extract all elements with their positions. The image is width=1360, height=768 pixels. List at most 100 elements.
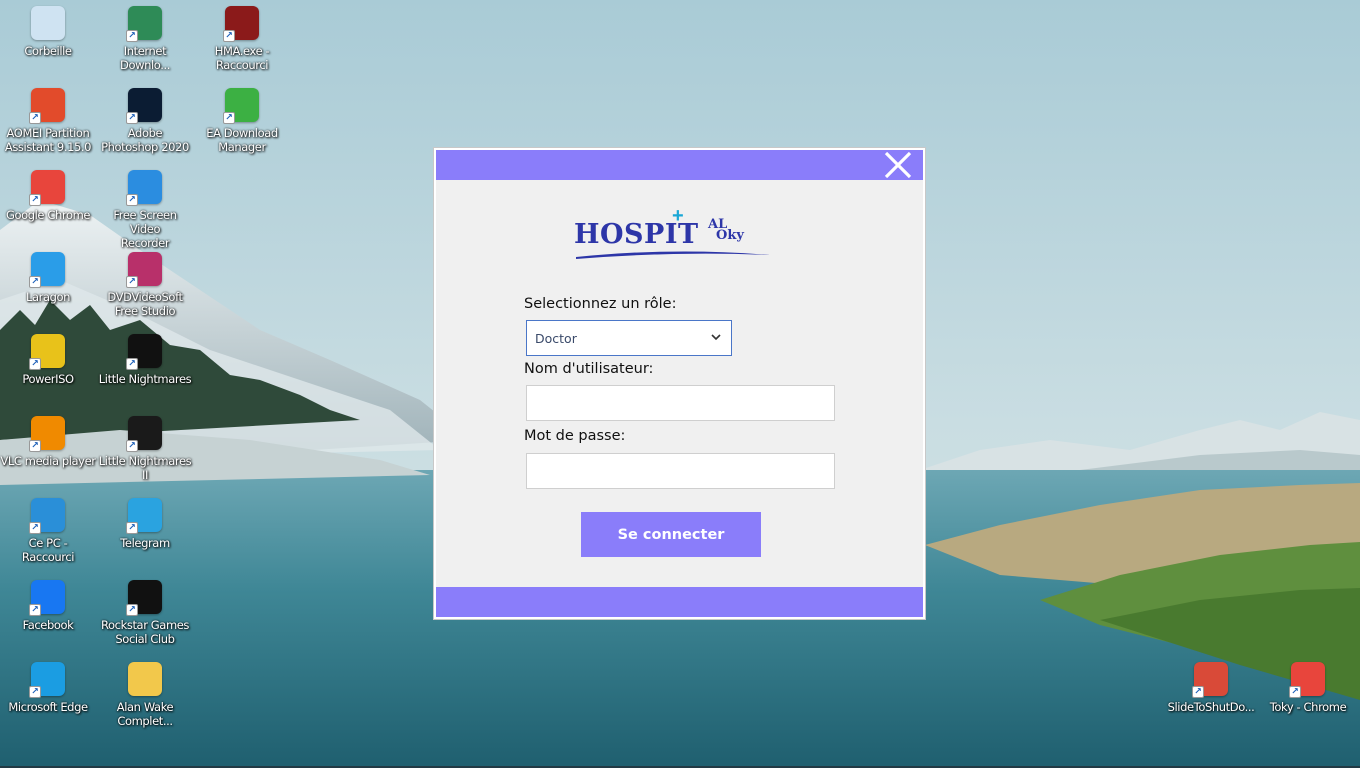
shortcut-arrow-icon: ↗ — [29, 686, 41, 698]
desktop-icon-photoshop[interactable]: ↗ Adobe Photoshop 2020 — [97, 88, 193, 154]
desktop-icon-aomei[interactable]: ↗ AOMEI Partition Assistant 9.15.0 — [0, 88, 96, 154]
desktop-icon-edge[interactable]: ↗ Microsoft Edge — [0, 662, 96, 714]
desktop-icon-slide-to-shutdown[interactable]: ↗ SlideToShutDo... — [1163, 662, 1259, 714]
telegram-icon: ↗ — [126, 498, 162, 534]
dialog-footer — [436, 587, 923, 617]
desktop-icon-this-pc[interactable]: ↗ Ce PC - Raccourci — [0, 498, 96, 564]
desktop-icon-vlc[interactable]: ↗ VLC media player — [0, 416, 96, 468]
desktop-icon-label: Rockstar Games Social Club — [100, 618, 190, 646]
desktop-icon-little-nightmares[interactable]: ↗ Little Nightmares — [97, 334, 193, 386]
desktop-icon-label: Free Screen Video Recorder — [113, 208, 177, 250]
shortcut-arrow-icon: ↗ — [223, 112, 235, 124]
chrome-profile-icon: ↗ — [1289, 662, 1325, 698]
desktop-icon-chrome[interactable]: ↗ Google Chrome — [0, 170, 96, 222]
role-label: Selectionnez un rôle: — [524, 296, 677, 312]
shortcut-arrow-icon: ↗ — [29, 112, 41, 124]
logo-suffix: AL Oky — [708, 218, 772, 243]
password-input[interactable] — [526, 453, 835, 489]
laragon-icon: ↗ — [29, 252, 65, 288]
desktop-icon-label: Telegram — [120, 536, 170, 550]
desktop-icon-facebook[interactable]: ↗ Facebook — [0, 580, 96, 632]
shortcut-arrow-icon: ↗ — [29, 358, 41, 370]
little-nightmares-2-icon: ↗ — [126, 416, 162, 452]
ea-icon: ↗ — [223, 88, 259, 124]
role-select-value: Doctor — [535, 330, 577, 346]
desktop-icon-rockstar[interactable]: ↗ Rockstar Games Social Club — [97, 580, 193, 646]
aomei-icon: ↗ — [29, 88, 65, 124]
desktop-icon-recycle-bin[interactable]: Corbeille — [0, 6, 96, 58]
shortcut-arrow-icon: ↗ — [29, 276, 41, 288]
desktop-icon-label: Alan Wake Complet... — [116, 700, 174, 728]
desktop-icon-label: Little Nightmares — [98, 372, 192, 386]
close-button[interactable] — [881, 152, 915, 178]
desktop-icon-folder[interactable]: Alan Wake Complet... — [97, 662, 193, 728]
facebook-icon: ↗ — [29, 580, 65, 616]
desktop-icon-label: Google Chrome — [5, 208, 91, 222]
desktop-icon-label: VLC media player — [0, 454, 96, 468]
recycle-bin-icon — [31, 6, 65, 40]
shortcut-arrow-icon: ↗ — [29, 440, 41, 452]
desktop-icon-label: Corbeille — [24, 44, 72, 58]
shortcut-arrow-icon: ↗ — [126, 604, 138, 616]
login-button[interactable]: Se connecter — [581, 512, 761, 557]
desktop-icon-label: HMA.exe - Raccourci — [214, 44, 270, 72]
rockstar-icon: ↗ — [126, 580, 162, 616]
vlc-icon: ↗ — [29, 416, 65, 452]
desktop-icon-label: Laragon — [25, 290, 71, 304]
screen-recorder-icon: ↗ — [126, 170, 162, 206]
chevron-down-icon — [711, 334, 721, 341]
hospital-logo: + HOSPIT AL Oky — [574, 205, 774, 263]
desktop-icon-label: Adobe Photoshop 2020 — [101, 126, 189, 154]
desktop-icon-telegram[interactable]: ↗ Telegram — [97, 498, 193, 550]
desktop-icon-screen-recorder[interactable]: ↗ Free Screen Video Recorder — [97, 170, 193, 250]
shortcut-arrow-icon: ↗ — [1192, 686, 1204, 698]
shortcut-arrow-icon: ↗ — [126, 522, 138, 534]
poweriso-icon: ↗ — [29, 334, 65, 370]
chrome-icon: ↗ — [29, 170, 65, 206]
photoshop-icon: ↗ — [126, 88, 162, 124]
little-nightmares-icon: ↗ — [126, 334, 162, 370]
desktop-icon-label: DVDVideoSoft Free Studio — [107, 290, 183, 318]
desktop-icon-chrome-profile[interactable]: ↗ Toky - Chrome — [1260, 662, 1356, 714]
idm-icon: ↗ — [126, 6, 162, 42]
shortcut-arrow-icon: ↗ — [126, 440, 138, 452]
desktop-icon-ea[interactable]: ↗ EA Download Manager — [194, 88, 290, 154]
desktop-icon-label: Microsoft Edge — [8, 700, 88, 714]
username-input[interactable] — [526, 385, 835, 421]
desktop-icon-label: Ce PC - Raccourci — [21, 536, 75, 564]
shortcut-arrow-icon: ↗ — [126, 194, 138, 206]
shortcut-arrow-icon: ↗ — [126, 30, 138, 42]
logo-suffix-bottom: Oky — [716, 228, 744, 243]
shortcut-arrow-icon: ↗ — [223, 30, 235, 42]
logo-main-text: HOSPIT — [574, 219, 699, 250]
shortcut-arrow-icon: ↗ — [126, 112, 138, 124]
username-label: Nom d'utilisateur: — [524, 361, 654, 377]
login-dialog: + HOSPIT AL Oky Selectionnez un rôle: Do… — [434, 148, 925, 619]
desktop-icon-label: PowerISO — [22, 372, 74, 386]
desktop-icon-dvdvideosoft[interactable]: ↗ DVDVideoSoft Free Studio — [97, 252, 193, 318]
edge-icon: ↗ — [29, 662, 65, 698]
desktop-icon-label: SlideToShutDo... — [1167, 700, 1255, 714]
desktop-icon-label: EA Download Manager — [206, 126, 278, 154]
logo-swoosh-icon — [576, 251, 770, 259]
dialog-title-bar[interactable] — [436, 150, 923, 180]
desktop-icon-poweriso[interactable]: ↗ PowerISO — [0, 334, 96, 386]
desktop-icon-hma[interactable]: ↗ HMA.exe - Raccourci — [194, 6, 290, 72]
shortcut-arrow-icon: ↗ — [29, 604, 41, 616]
desktop-icon-label: Little Nightmares II — [98, 454, 192, 482]
desktop-icon-label: AOMEI Partition Assistant 9.15.0 — [4, 126, 92, 154]
shortcut-arrow-icon: ↗ — [29, 194, 41, 206]
password-label: Mot de passe: — [524, 428, 626, 444]
desktop-icon-laragon[interactable]: ↗ Laragon — [0, 252, 96, 304]
desktop-icon-idm[interactable]: ↗ Internet Downlo... — [97, 6, 193, 72]
dvdvideosoft-icon: ↗ — [126, 252, 162, 288]
this-pc-icon: ↗ — [29, 498, 65, 534]
desktop-icon-label: Facebook — [22, 618, 74, 632]
desktop-icon-label: Toky - Chrome — [1269, 700, 1347, 714]
shortcut-arrow-icon: ↗ — [126, 358, 138, 370]
shortcut-arrow-icon: ↗ — [1289, 686, 1301, 698]
close-icon — [884, 152, 912, 178]
desktop-icon-little-nightmares-2[interactable]: ↗ Little Nightmares II — [97, 416, 193, 482]
folder-icon — [128, 662, 162, 696]
role-select[interactable]: Doctor — [526, 320, 732, 356]
